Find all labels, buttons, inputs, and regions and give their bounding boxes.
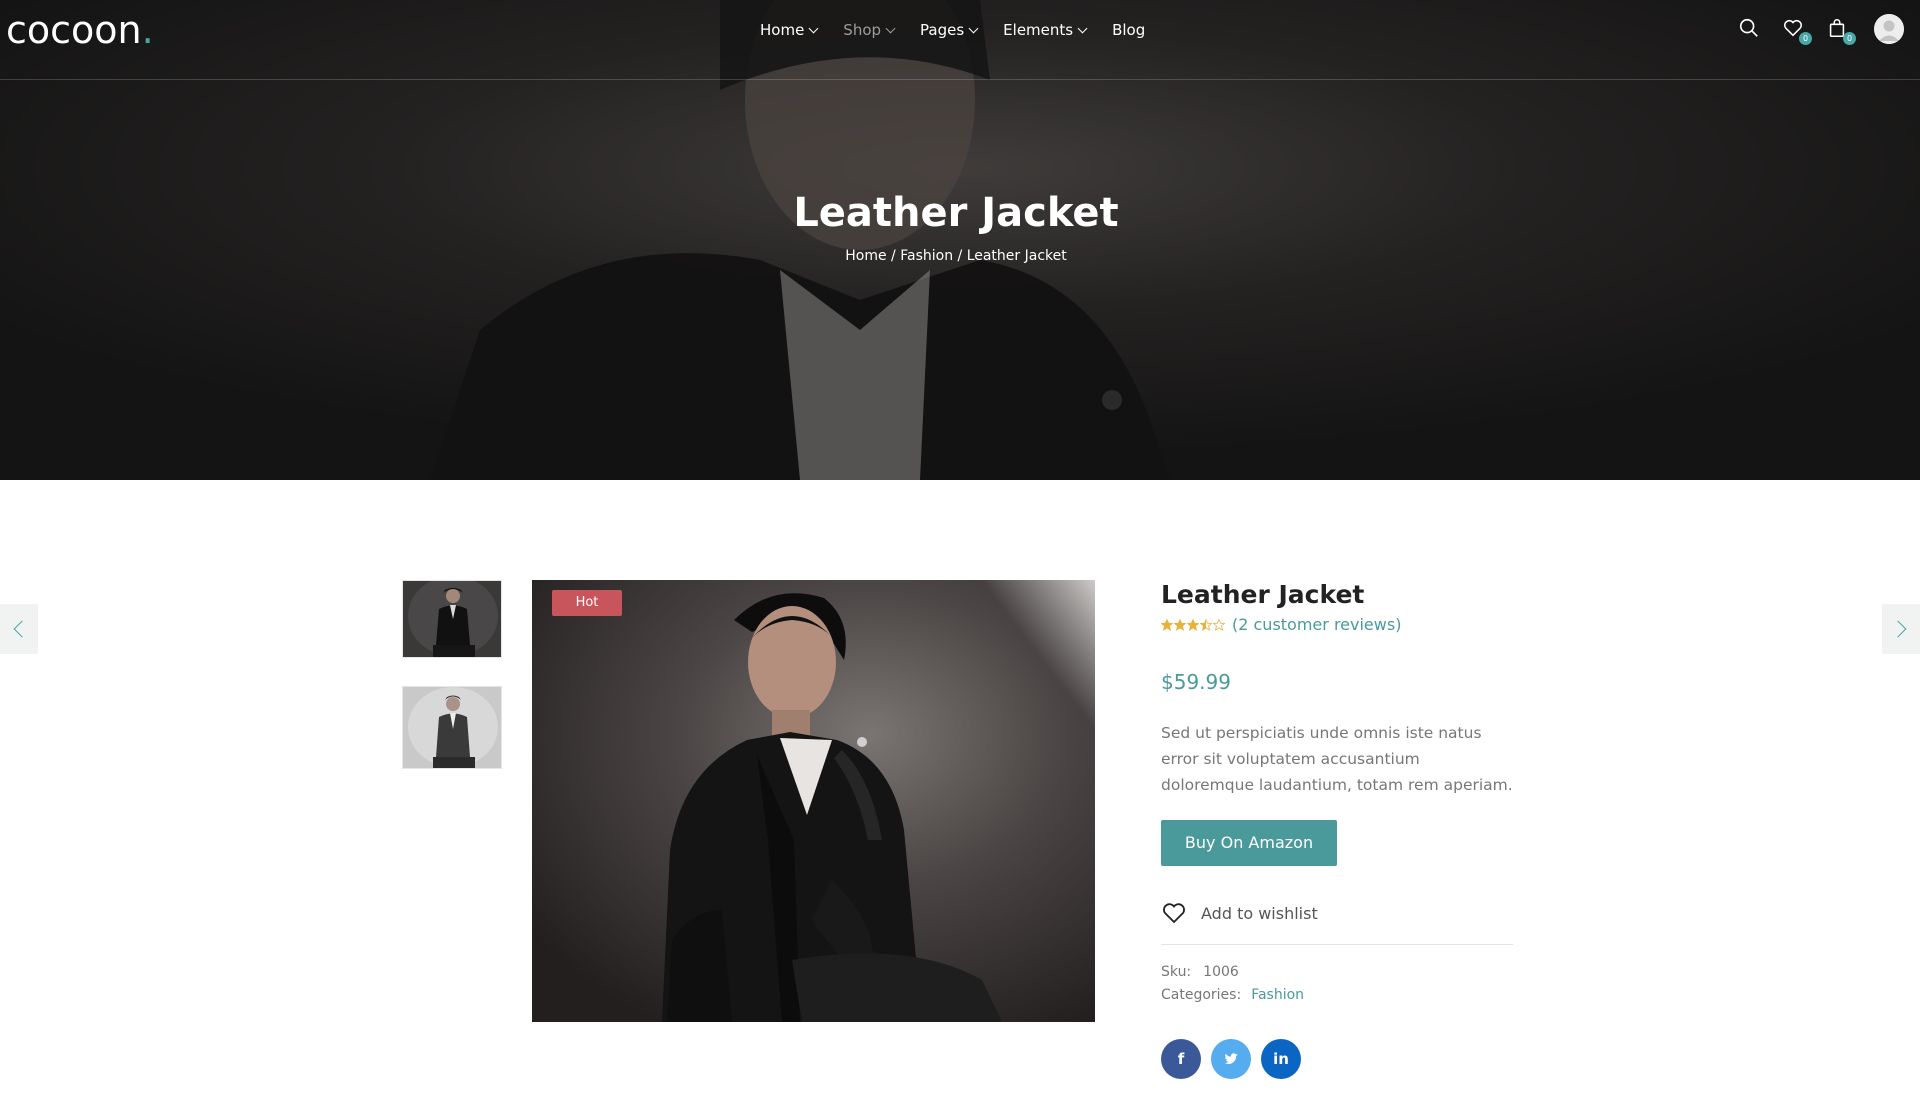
nav-item-shop[interactable]: Shop xyxy=(843,20,896,40)
buy-on-amazon-button[interactable]: Buy On Amazon xyxy=(1161,820,1337,866)
add-to-wishlist-button[interactable]: Add to wishlist xyxy=(1161,900,1513,926)
shopping-bag-icon[interactable]: 0 xyxy=(1826,17,1856,45)
wishlist-count-badge: 0 xyxy=(1799,32,1812,45)
product-meta: Sku: 1006 Categories: Fashion xyxy=(1161,961,1513,1007)
hot-badge: Hot xyxy=(552,590,622,616)
breadcrumb-separator: / xyxy=(886,248,901,264)
star-icon xyxy=(1161,618,1173,631)
sku-value: 1006 xyxy=(1203,964,1239,980)
product-main-image[interactable] xyxy=(532,580,1095,1022)
breadcrumb: Home / Fashion / Leather Jacket xyxy=(0,248,1912,264)
breadcrumb-category-link[interactable]: Fashion xyxy=(900,248,953,264)
nav-item-pages[interactable]: Pages xyxy=(920,20,979,40)
star-rating xyxy=(1161,618,1226,631)
nav-item-blog[interactable]: Blog xyxy=(1112,20,1145,40)
product-thumbnail-2[interactable] xyxy=(402,686,502,769)
chevron-left-icon xyxy=(13,620,31,638)
customer-reviews-link[interactable]: (2 customer reviews) xyxy=(1232,615,1401,634)
product-price: $59.99 xyxy=(1161,670,1231,694)
facebook-icon[interactable]: f xyxy=(1161,1039,1201,1079)
search-icon[interactable] xyxy=(1738,17,1762,41)
page-title: Leather Jacket xyxy=(793,190,1119,236)
product-description: Sed ut perspiciatis unde omnis iste natu… xyxy=(1161,724,1513,794)
rating-row: (2 customer reviews) xyxy=(1161,615,1513,634)
cart-count-badge: 0 xyxy=(1843,32,1856,45)
wishlist-heart-icon[interactable]: 0 xyxy=(1782,17,1812,45)
star-icon xyxy=(1213,618,1225,631)
wishlist-label: Add to wishlist xyxy=(1201,903,1318,923)
categories-label: Categories: xyxy=(1161,987,1242,1003)
product-title: Leather Jacket xyxy=(1161,580,1365,609)
header-actions: 0 0 xyxy=(1718,14,1904,45)
heart-icon xyxy=(1163,903,1185,924)
nav-item-home[interactable]: Home xyxy=(760,20,819,40)
product-summary: Leather Jacket (2 customer reviews) $59.… xyxy=(1161,578,1513,1079)
twitter-icon[interactable] xyxy=(1211,1039,1251,1079)
chevron-down-icon xyxy=(808,23,819,33)
chevron-down-icon xyxy=(968,23,979,33)
product-thumbnail-1[interactable] xyxy=(402,580,502,658)
linkedin-icon[interactable]: in xyxy=(1261,1039,1301,1079)
breadcrumb-current: Leather Jacket xyxy=(966,248,1067,264)
chevron-down-icon xyxy=(885,23,896,33)
breadcrumb-home-link[interactable]: Home xyxy=(845,248,886,264)
star-icon xyxy=(1187,618,1199,631)
divider xyxy=(1161,944,1513,945)
previous-product-button[interactable] xyxy=(0,604,38,654)
breadcrumb-separator: / xyxy=(953,248,967,264)
user-avatar-icon[interactable] xyxy=(1874,14,1904,44)
star-icon xyxy=(1174,618,1186,631)
next-product-button[interactable] xyxy=(1882,604,1920,654)
site-header: cocoon. Home Shop Pages Elements Blog 0 … xyxy=(0,0,1920,80)
brand-logo[interactable]: cocoon. xyxy=(6,8,154,52)
main-navigation: Home Shop Pages Elements Blog xyxy=(760,20,1171,40)
sku-label: Sku: xyxy=(1161,964,1192,980)
category-fashion-link[interactable]: Fashion xyxy=(1251,987,1304,1003)
nav-item-elements[interactable]: Elements xyxy=(1003,20,1088,40)
chevron-right-icon xyxy=(1889,620,1907,638)
star-icon xyxy=(1200,618,1212,631)
chevron-down-icon xyxy=(1077,23,1088,33)
social-share: f in xyxy=(1161,1039,1513,1079)
